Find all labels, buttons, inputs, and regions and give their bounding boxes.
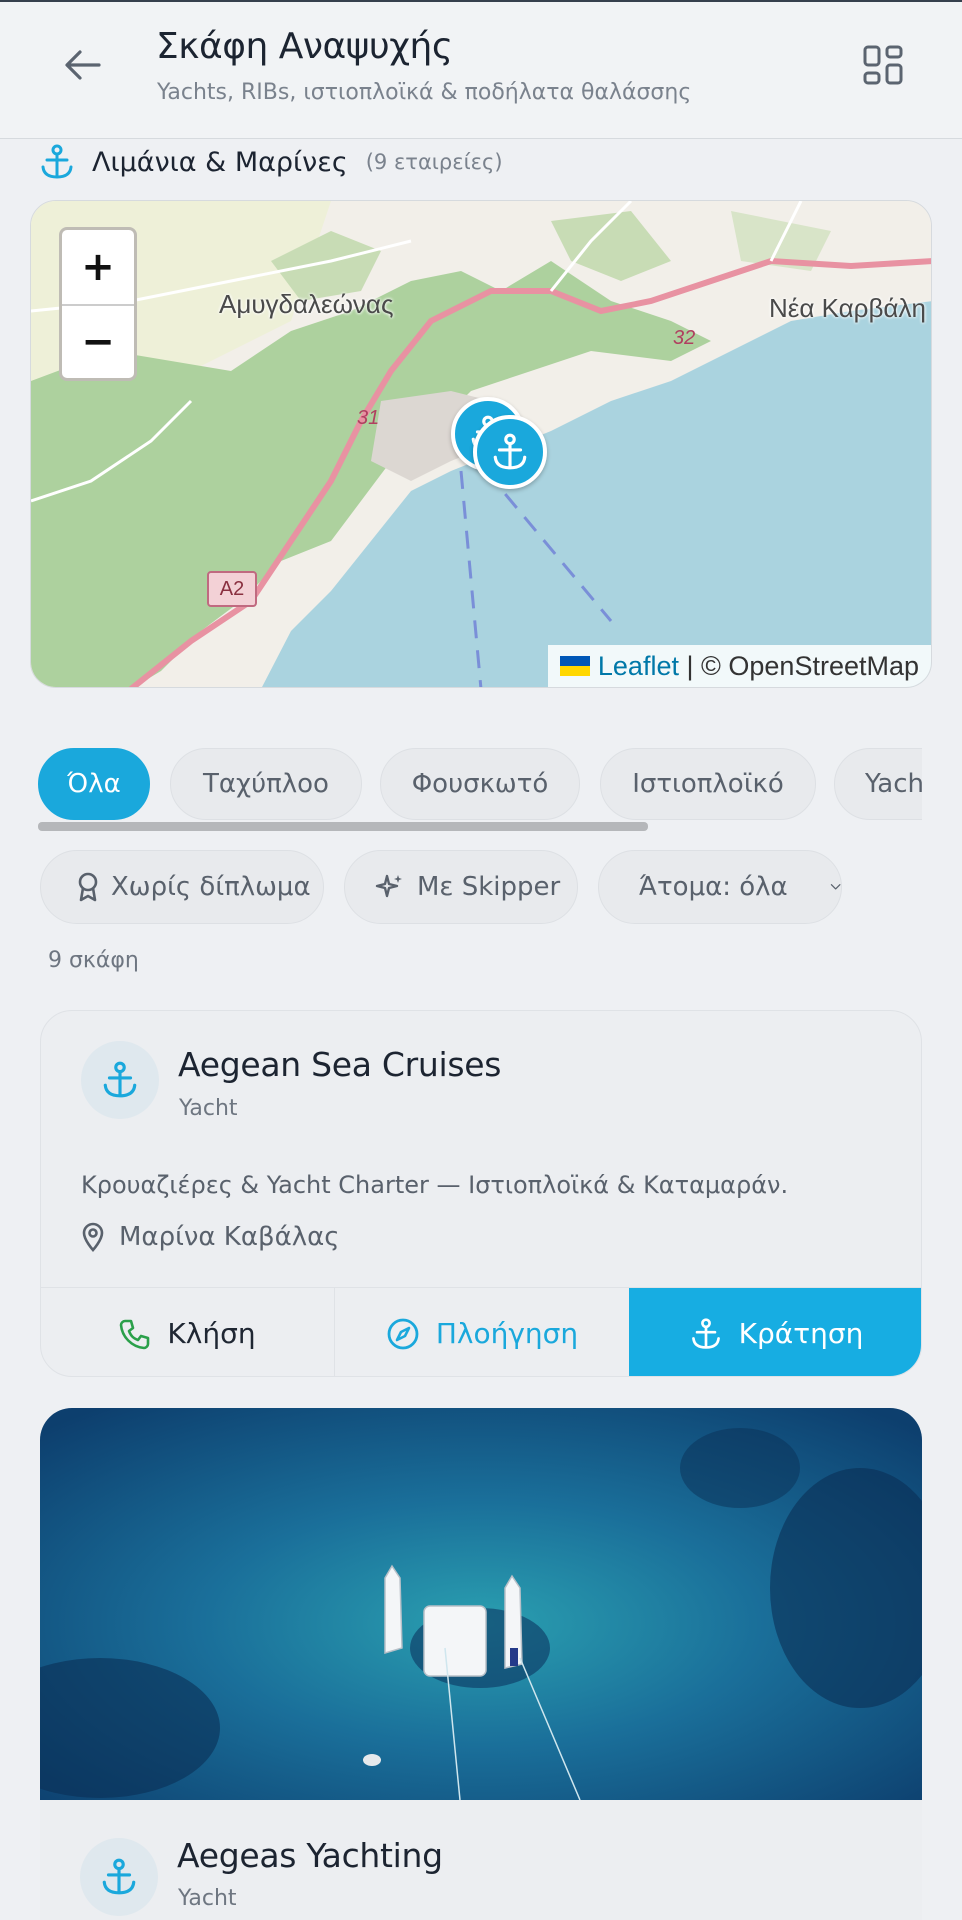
grid-icon <box>863 45 903 85</box>
map-marker[interactable] <box>473 415 547 489</box>
back-button[interactable] <box>58 40 108 90</box>
chevron-down-icon <box>830 884 841 890</box>
map-pin-icon <box>82 1222 104 1252</box>
business-logo <box>81 1041 159 1119</box>
page-title: Σκάφη Αναψυχής <box>156 26 453 67</box>
call-button-label: Κλήση <box>167 1317 256 1350</box>
business-card[interactable]: Aegean Sea Cruises Yacht Κρουαζιέρες & Y… <box>40 1010 922 1377</box>
business-type: Yacht <box>178 1886 237 1911</box>
chip-all[interactable]: Όλα <box>38 748 150 820</box>
grid-view-button[interactable] <box>862 44 904 86</box>
anchor-icon <box>691 1317 720 1349</box>
ukraine-flag-icon <box>559 656 590 676</box>
results-count: 9 σκάφη <box>48 948 139 973</box>
navigate-button-label: Πλοήγηση <box>435 1317 579 1350</box>
business-logo <box>80 1838 158 1916</box>
business-description: Κρουαζιέρες & Yacht Charter — Ιστιοπλοϊκ… <box>81 1171 789 1199</box>
chip-inflatable[interactable]: Φουσκωτό <box>380 748 580 820</box>
section-header: Λιμάνια & Μαρίνες (9 εταιρείες) <box>38 142 503 182</box>
business-type: Yacht <box>179 1096 238 1121</box>
anchor-icon <box>41 144 73 179</box>
anchor-icon <box>103 1061 137 1098</box>
chip-sailboat[interactable]: Ιστιοπλοϊκό <box>600 748 816 820</box>
chips-scrollbar[interactable] <box>38 822 648 831</box>
section-count: (9 εταιρείες) <box>365 150 503 174</box>
filter-no-license-label: Χωρίς δίπλωμα <box>111 872 311 902</box>
map-road-31: 31 <box>357 407 380 429</box>
yacht-photo <box>40 1408 922 1800</box>
osm-link[interactable]: OpenStreetMap <box>728 651 919 682</box>
zoom-out-button[interactable]: − <box>62 304 134 378</box>
sparkles-icon <box>375 874 402 898</box>
card-actions: Κλήση Πλοήγηση Κράτηση <box>41 1287 921 1376</box>
app-header: Σκάφη Αναψυχής Yachts, RIBs, ιστιοπλοϊκά… <box>0 2 962 139</box>
people-select[interactable]: Άτομα: όλα <box>598 850 842 924</box>
anchor-icon <box>493 433 527 470</box>
chip-yacht[interactable]: Yacht <box>834 748 922 820</box>
map-label-amygdaleonas: Αμυγδαλεώνας <box>219 289 394 319</box>
book-button[interactable]: Κράτηση <box>629 1288 921 1376</box>
award-icon <box>78 872 98 902</box>
map-road-32: 32 <box>673 327 696 349</box>
filter-with-skipper[interactable]: Με Skipper <box>344 850 578 924</box>
zoom-in-button[interactable]: + <box>62 230 134 304</box>
section-title: Λιμάνια & Μαρίνες <box>92 146 348 178</box>
call-button[interactable]: Κλήση <box>41 1288 335 1376</box>
leaflet-link[interactable]: Leaflet <box>598 651 679 682</box>
business-name: Aegeas Yachting <box>177 1836 443 1875</box>
phone-icon <box>120 1319 150 1349</box>
page-subtitle: Yachts, RIBs, ιστιοπλοϊκά & ποδήλατα θαλ… <box>157 80 692 105</box>
attribution-separator: | © <box>678 650 729 681</box>
filter-no-license[interactable]: Χωρίς δίπλωμα <box>40 850 324 924</box>
business-card[interactable]: Aegeas Yachting Yacht <box>40 1408 922 1920</box>
business-location-text: Μαρίνα Καβάλας <box>119 1222 340 1252</box>
map-label-nea-karvali: Νέα Καρβάλη <box>769 293 926 323</box>
navigate-button[interactable]: Πλοήγηση <box>335 1288 629 1376</box>
map-view[interactable]: Αμυγδαλεώνας Νέα Καρβάλη 31 32 A2 + − Le… <box>30 200 932 688</box>
category-chips: Όλα Ταχύπλοο Φουσκωτό Ιστιοπλοϊκό Yacht <box>38 748 922 820</box>
map-road-a2: A2 <box>207 571 257 607</box>
chip-speedboat[interactable]: Ταχύπλοο <box>170 748 362 820</box>
arrow-left-icon <box>65 50 101 80</box>
business-name: Aegean Sea Cruises <box>178 1045 502 1084</box>
zoom-control: + − <box>59 227 137 381</box>
people-select-value: Άτομα: όλα <box>639 872 788 902</box>
business-location: Μαρίνα Καβάλας <box>81 1217 340 1257</box>
filter-with-skipper-label: Με Skipper <box>417 872 561 902</box>
map-attribution: Leaflet | © OpenStreetMap <box>547 645 931 687</box>
compass-icon <box>387 1318 419 1349</box>
anchor-icon <box>102 1858 136 1895</box>
book-button-label: Κράτηση <box>738 1317 864 1350</box>
